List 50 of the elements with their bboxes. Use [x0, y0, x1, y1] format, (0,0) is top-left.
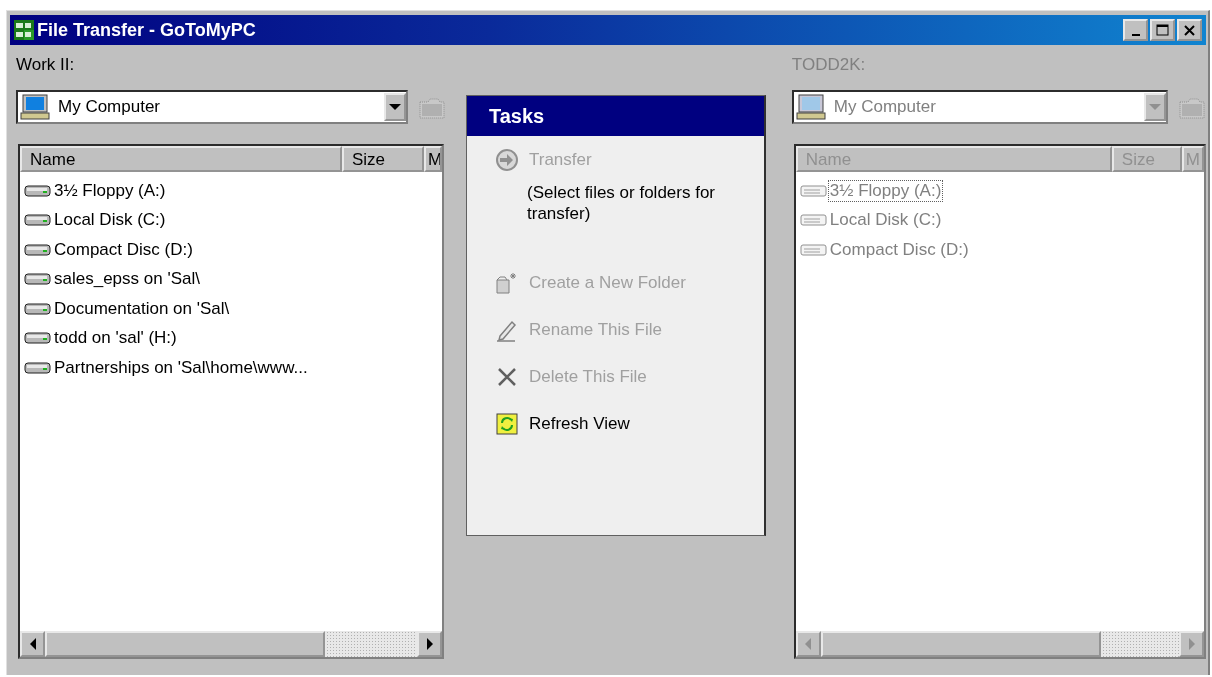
left-arrow-icon [28, 638, 37, 650]
column-header[interactable]: Size [342, 146, 424, 172]
right-arrow-icon [425, 638, 434, 650]
list-item[interactable]: Documentation on 'Sal\ [52, 297, 232, 320]
scroll-thumb[interactable] [45, 631, 325, 657]
panel-title: Tasks [467, 96, 764, 136]
location-dropdown[interactable]: My Computer [16, 90, 408, 124]
drive-icon [799, 242, 828, 257]
refresh-icon [495, 412, 519, 436]
dropdown-arrow-icon [1149, 103, 1161, 111]
drive-icon [24, 242, 52, 257]
dropdown-arrow-icon [389, 103, 401, 111]
close-button[interactable] [1177, 19, 1202, 41]
close-icon [1182, 22, 1197, 38]
drive-icon [799, 213, 828, 228]
list-item[interactable]: Partnerships on 'Sal\home\www... [52, 356, 310, 379]
list-item[interactable]: Local Disk (C:) [52, 209, 168, 232]
drive-icon [24, 331, 52, 346]
maximize-icon [1155, 22, 1170, 38]
scroll-thumb[interactable] [820, 631, 1101, 657]
maximize-button[interactable] [1150, 19, 1175, 41]
minimize-icon [1131, 33, 1140, 36]
computer-icon [795, 94, 826, 120]
drive-label: TODD2K: [791, 55, 866, 74]
column-header[interactable]: Name [20, 146, 342, 172]
minimize-button[interactable] [1123, 19, 1148, 41]
list-item[interactable]: sales_epss on 'Sal\ [52, 268, 202, 291]
scroll-left-button[interactable] [795, 631, 821, 657]
new-folder-icon [495, 271, 519, 295]
list-item[interactable]: Compact Disc (D:) [52, 238, 195, 261]
computer-icon [20, 94, 50, 120]
task-link[interactable]: Refresh View [529, 414, 630, 434]
task-note: (Select files or folders for transfer) [527, 182, 716, 224]
app-logo-icon [14, 20, 34, 40]
left-arrow-icon [804, 638, 813, 650]
list-item[interactable]: 3½ Floppy (A:) [52, 179, 168, 202]
column-header[interactable]: M [424, 146, 442, 172]
scroll-right-button[interactable] [417, 631, 442, 657]
right-arrow-icon [1187, 638, 1196, 650]
drive-icon [24, 301, 52, 316]
drive-icon [24, 213, 52, 228]
pencil-icon [495, 318, 519, 342]
scroll-left-button[interactable] [20, 631, 45, 657]
drive-icon [24, 183, 52, 198]
list-item[interactable]: todd on 'sal' (H:) [52, 327, 179, 350]
drive-label: Work II: [16, 55, 75, 74]
drive-icon [24, 272, 52, 287]
drive-icon [24, 360, 52, 375]
drive-icon [799, 183, 828, 198]
window-title: File Transfer - GoToMyPC [37, 19, 257, 41]
